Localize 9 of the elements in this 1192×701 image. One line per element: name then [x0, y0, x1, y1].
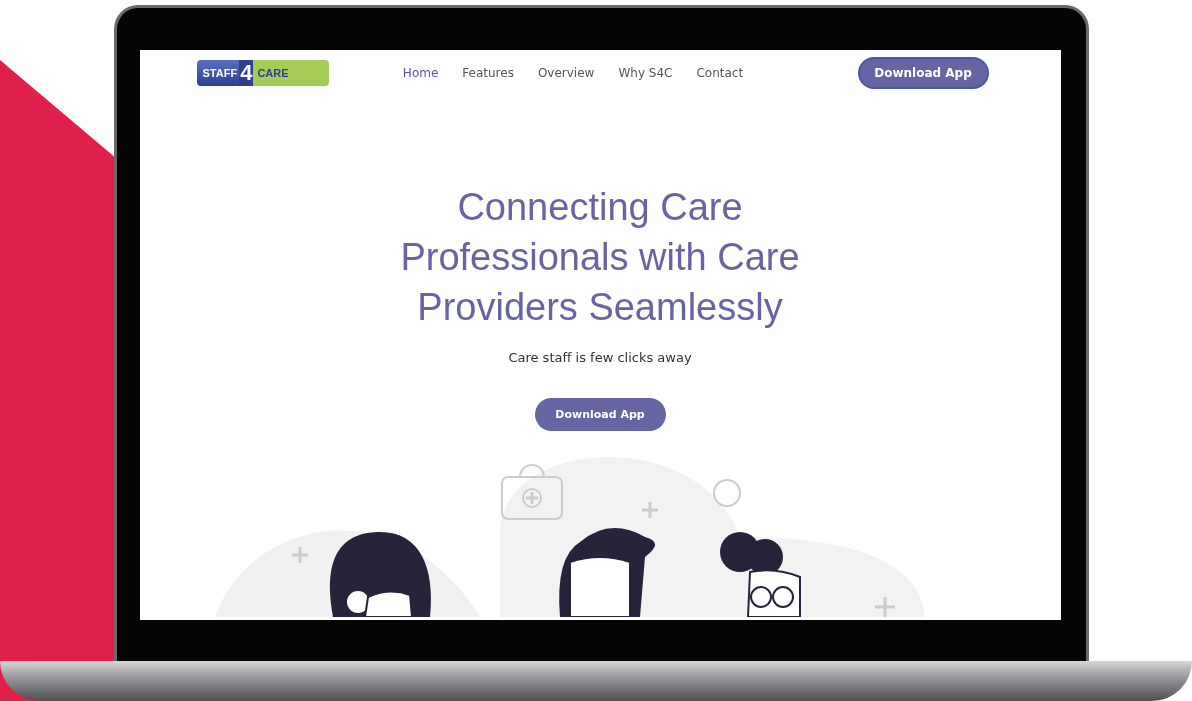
- hero-subtitle: Care staff is few clicks away: [508, 350, 692, 365]
- nav-link[interactable]: Features: [462, 65, 514, 80]
- download-button[interactable]: Download App: [534, 398, 666, 431]
- nav-link[interactable]: Why S4C: [618, 65, 673, 80]
- download-button[interactable]: Download App: [857, 56, 989, 89]
- nav-link[interactable]: Contact: [696, 65, 744, 80]
- nav-link[interactable]: Home: [402, 65, 439, 80]
- nav-link[interactable]: Overview: [537, 65, 595, 80]
- hero-title: Connecting Care Professionals with Care Providers Seamlessly: [399, 185, 801, 330]
